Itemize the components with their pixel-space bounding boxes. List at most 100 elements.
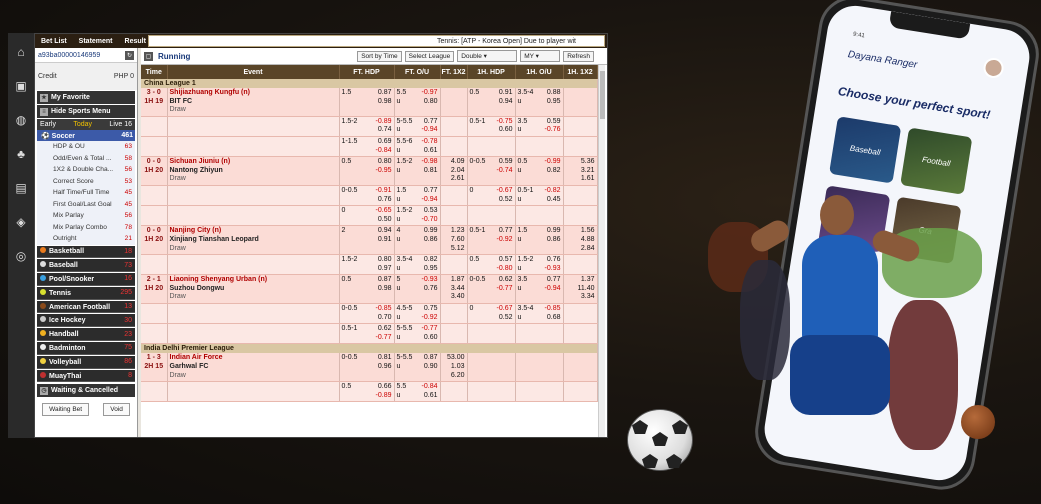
odds-value[interactable]: 0.60 (422, 334, 438, 343)
ft-hdp-odds[interactable]: 0.81 0.96 (378, 354, 392, 371)
bet-type-item[interactable]: Correct Score 53 (37, 175, 135, 187)
away-team[interactable]: Xinjiang Tianshan Leopard (170, 236, 337, 245)
odds-value[interactable]: 1.03 (443, 363, 465, 372)
odds-value[interactable]: 53.00 (443, 354, 465, 363)
ft-ou-odds[interactable]: 0.77 -0.94 (422, 187, 438, 204)
casino-icon[interactable]: ♣› (8, 139, 37, 169)
odds-value[interactable]: 0.87 (424, 354, 438, 363)
1h-ou-odds[interactable]: 0.59 -0.76 (545, 118, 561, 135)
void-button[interactable]: Void (103, 403, 130, 417)
odds-value[interactable]: -0.85 (545, 305, 561, 314)
odds-value[interactable]: 5.12 (443, 245, 465, 254)
sport-item[interactable]: MuayThai 8 (37, 369, 135, 383)
odds-value[interactable]: 0.76 (545, 256, 561, 265)
away-team[interactable]: Suzhou Dongwu (170, 285, 337, 294)
odds-value[interactable]: -0.89 (376, 118, 392, 127)
sport-item[interactable]: American Football 13 (37, 300, 135, 314)
ft-hdp-odds[interactable]: -0.89 0.74 (376, 118, 392, 135)
odds-value[interactable]: -0.92 (422, 314, 438, 323)
ft-ou-odds[interactable]: 0.77 -0.94 (422, 118, 438, 135)
1h-hdp-odds[interactable]: -0.67 0.52 (497, 305, 513, 322)
odds-value[interactable]: 0.80 (378, 256, 392, 265)
odds-value[interactable]: 0.52 (497, 196, 513, 205)
ft-hdp-odds[interactable]: 0.87 0.98 (378, 276, 392, 293)
ft-hdp-odds[interactable]: 0.80 -0.95 (376, 158, 392, 175)
odds-value[interactable]: -0.94 (422, 196, 438, 205)
odds-value[interactable]: -0.74 (497, 167, 513, 176)
odds-value[interactable]: 3.34 (566, 293, 595, 302)
bet-type-item[interactable]: Mix Parlay 56 (37, 210, 135, 222)
odds-value[interactable]: 0.53 (422, 207, 438, 216)
1h-hdp-odds[interactable]: 0.77 -0.92 (497, 227, 513, 244)
home-team[interactable]: Liaoning Shenyang Urban (n) (170, 276, 337, 285)
odds-value[interactable]: 11.40 (566, 285, 595, 294)
odds-value[interactable]: 0.61 (422, 392, 438, 401)
1h-ou-odds[interactable]: 0.77 -0.94 (545, 276, 561, 293)
odds-value[interactable]: -0.84 (422, 383, 438, 392)
odds-value[interactable]: 0.50 (376, 216, 392, 225)
odds-value[interactable]: 0.87 (378, 276, 392, 285)
odds-value[interactable]: -0.77 (497, 285, 513, 294)
odds-value[interactable]: 0.70 (376, 314, 392, 323)
odds-value[interactable]: 0.62 (497, 276, 513, 285)
odds-value[interactable]: 0.98 (378, 98, 392, 107)
sport-item[interactable]: Handball 23 (37, 328, 135, 342)
odds-value[interactable]: -0.84 (376, 147, 392, 156)
odds-value[interactable]: 0.69 (376, 138, 392, 147)
sport-soccer[interactable]: ⚽ Soccer 461 (37, 130, 135, 141)
odds-value[interactable]: -0.65 (376, 207, 392, 216)
odds-value[interactable]: -0.75 (497, 118, 513, 127)
ft-ou-odds[interactable]: -0.98 0.81 (422, 158, 438, 175)
1h-ou-odds[interactable]: -0.82 0.45 (545, 187, 561, 204)
odds-value[interactable]: 0.94 (378, 227, 392, 236)
scrollbar-thumb[interactable] (600, 71, 605, 119)
odds-value[interactable]: -0.93 (422, 276, 438, 285)
odds-value[interactable]: 0.91 (378, 236, 392, 245)
tab-today[interactable]: Today (73, 121, 92, 128)
ft-hdp-odds[interactable]: 0.80 0.97 (378, 256, 392, 273)
odds-value[interactable]: 0.80 (376, 158, 392, 167)
odds-value[interactable]: 0.87 (378, 89, 392, 98)
ft-ou-odds[interactable]: 0.53 -0.70 (422, 207, 438, 224)
odds-value[interactable]: 0.59 (545, 118, 561, 127)
1h-ou-odds[interactable]: 0.99 0.86 (547, 227, 561, 244)
home-team[interactable]: Indian Air Force (170, 354, 337, 363)
odds-value[interactable]: -0.67 (497, 305, 513, 314)
odds-value[interactable]: 1.37 (566, 276, 595, 285)
odds-value[interactable]: 0.77 (545, 276, 561, 285)
sports-icon[interactable]: ◍› (8, 105, 37, 135)
odds-value[interactable]: -0.99 (545, 158, 561, 167)
bet-type-item[interactable]: 1X2 & Double Cha... 56 (37, 164, 135, 176)
ft-hdp-odds[interactable]: -0.65 0.50 (376, 207, 392, 224)
sport-item[interactable]: Tennis 295 (37, 286, 135, 300)
odds-value[interactable]: -0.92 (497, 236, 513, 245)
1h-ou-odds[interactable]: -0.85 0.68 (545, 305, 561, 322)
odds-value[interactable]: 0.95 (547, 98, 561, 107)
odds-value[interactable]: 0.90 (424, 363, 438, 372)
odds-value[interactable]: 0.45 (545, 196, 561, 205)
odds-value[interactable]: 0.81 (378, 354, 392, 363)
ft-hdp-odds[interactable]: -0.91 0.76 (376, 187, 392, 204)
sport-item[interactable]: Pool/Snooker 16 (37, 273, 135, 286)
odds-value[interactable]: 0.94 (499, 98, 513, 107)
1h-hdp-odds[interactable]: 0.62 -0.77 (497, 276, 513, 293)
odds-value[interactable]: 0.61 (422, 147, 438, 156)
away-team[interactable]: Garhwal FC (170, 363, 337, 372)
odds-value[interactable]: 0.88 (547, 89, 561, 98)
odds-value[interactable]: -0.94 (422, 126, 438, 135)
ft-ou-odds[interactable]: 0.82 0.95 (424, 256, 438, 273)
bet-icon[interactable]: ▣› (8, 71, 37, 101)
odds-value[interactable]: 0.52 (497, 314, 513, 323)
ft-ou-odds[interactable]: 0.87 0.90 (424, 354, 438, 371)
ft-ou-odds[interactable]: 0.99 0.86 (424, 227, 438, 244)
cards-icon[interactable]: ◈› (8, 207, 37, 237)
odds-value[interactable]: 0.68 (545, 314, 561, 323)
odds-value[interactable]: -0.85 (376, 305, 392, 314)
ft-hdp-odds[interactable]: 0.94 0.91 (378, 227, 392, 244)
odds-value[interactable]: -0.82 (545, 187, 561, 196)
tab-statement[interactable]: Statement (73, 38, 119, 45)
odds-value[interactable]: 0.59 (497, 158, 513, 167)
ft-ou-odds[interactable]: -0.84 0.61 (422, 383, 438, 400)
tab-early[interactable]: Early (40, 121, 56, 128)
odds-type-select[interactable]: Double ▾ (457, 50, 518, 62)
